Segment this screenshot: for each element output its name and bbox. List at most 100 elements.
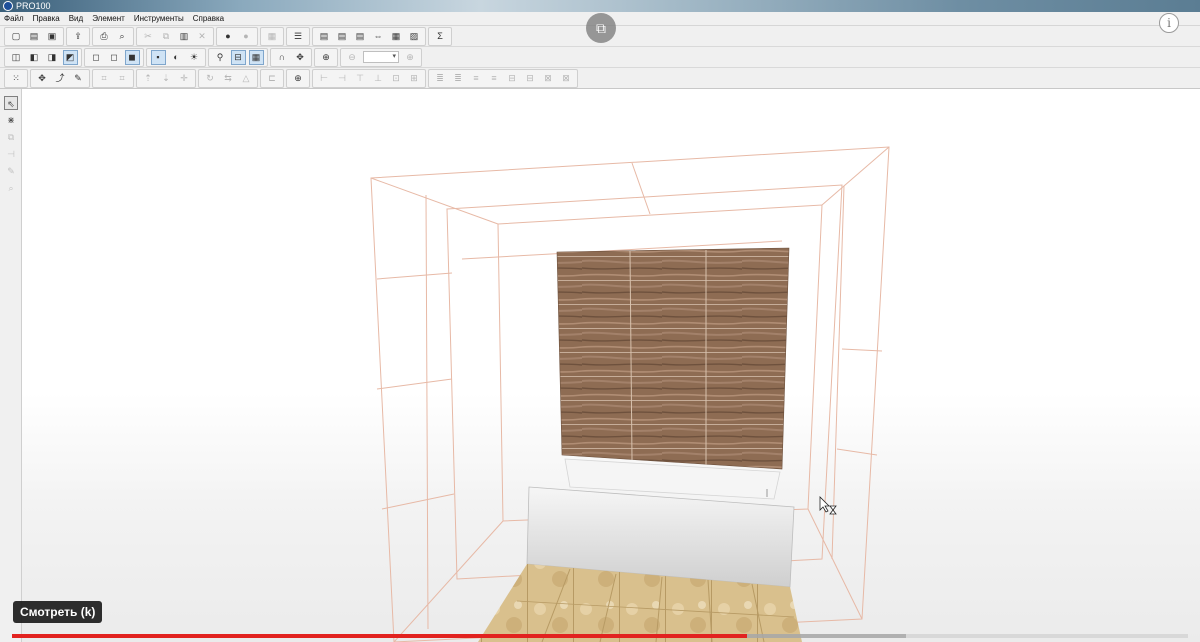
texture-icon[interactable]: ▪ <box>150 49 166 65</box>
cut-icon[interactable]: ✂ <box>141 29 156 44</box>
distribute-8-icon[interactable]: ⊠ <box>559 71 574 86</box>
align-hcenter-icon[interactable]: ⊣ <box>335 71 350 86</box>
align-frame-icon[interactable]: ⌗ <box>97 71 112 86</box>
toolbar-1-group-2: ⎙ ⌕ <box>92 26 134 46</box>
move-icon[interactable]: ✥ <box>35 71 50 86</box>
hidden-lines-icon[interactable]: ◻ <box>107 50 122 65</box>
mirror-icon[interactable]: △ <box>239 71 254 86</box>
distribute-2-icon[interactable]: ≣ <box>451 71 466 86</box>
3d-viewport[interactable] <box>22 89 1200 642</box>
watch-tooltip: Смотреть (k) <box>13 601 103 623</box>
wireframe-icon[interactable]: ◻ <box>89 50 104 65</box>
library-add-icon[interactable]: ▤ <box>335 29 350 44</box>
view-front-icon[interactable]: ◫ <box>9 50 24 65</box>
toolbar-1-group-3: ✂ ⧉ ▥ ✕ <box>136 26 214 46</box>
catalog-icon[interactable]: ▨ <box>407 29 422 44</box>
grid-snap-icon[interactable]: ⁙ <box>9 71 24 86</box>
new-icon[interactable]: ▢ <box>9 29 24 44</box>
view-3d-icon[interactable]: ◩ <box>62 49 78 65</box>
move-cross-icon[interactable]: ✛ <box>177 71 192 86</box>
menu-item-0[interactable]: Файл <box>4 12 24 26</box>
select-rotate-icon[interactable]: ⤴ <box>53 71 68 86</box>
menu-item-3[interactable]: Элемент <box>92 12 125 26</box>
toolbar-3-group-4: ↻ ⇆ △ <box>198 68 258 88</box>
toolbar-2-group-5: ⊕ <box>314 47 338 67</box>
zoom-field[interactable]: ▾ <box>363 51 399 63</box>
light-icon[interactable]: ☀ <box>187 50 202 65</box>
paste-icon[interactable]: ▥ <box>177 29 192 44</box>
print-icon[interactable]: ⎙ <box>97 29 112 44</box>
copy-icon[interactable]: ⧉ <box>159 29 174 44</box>
spray-tool-icon[interactable]: ⋇ <box>4 113 18 127</box>
wall-tile-panel <box>556 247 790 470</box>
pointer-tool-icon[interactable]: ⇖ <box>4 96 18 110</box>
toolbar-1-group-1: ⇪ <box>66 26 90 46</box>
align-left-icon[interactable]: ⊢ <box>317 71 332 86</box>
align-depth-icon[interactable]: ⊡ <box>389 71 404 86</box>
distribute-4-icon[interactable]: ≡ <box>487 71 502 86</box>
align-top-icon[interactable]: ⊤ <box>353 71 368 86</box>
video-progress-bar[interactable] <box>12 634 1188 638</box>
shaded-icon[interactable]: ◼ <box>124 49 140 65</box>
edit-tool-icon[interactable]: ✎ <box>4 164 18 178</box>
zoom-tool-icon[interactable]: ⌕ <box>4 181 18 195</box>
menu-item-2[interactable]: Вид <box>69 12 83 26</box>
report-icon[interactable]: ▦ <box>389 29 404 44</box>
align-grid-icon[interactable]: ⌗ <box>115 71 130 86</box>
view-top-icon[interactable]: ◨ <box>45 50 60 65</box>
toolbar-2-group-2: ▪ ◐ ☀ <box>146 47 206 67</box>
flip-icon[interactable]: ⇆ <box>221 71 236 86</box>
popout-button[interactable]: ⧉ <box>586 13 616 43</box>
copy-tool-icon[interactable]: ⧉ <box>4 130 18 144</box>
toolbar-3-group-2: ⌗ ⌗ <box>92 68 134 88</box>
align-bottom-icon[interactable]: ⊥ <box>371 71 386 86</box>
undo-icon[interactable]: ● <box>221 29 236 44</box>
open-icon[interactable]: ▤ <box>27 29 42 44</box>
edit-vertex-icon[interactable]: ✎ <box>71 71 86 86</box>
up-icon[interactable]: ⇡ <box>141 71 156 86</box>
window-title: PRO100 <box>16 1 51 11</box>
menu-item-5[interactable]: Справка <box>193 12 224 26</box>
toolbar-1-group-7: ▤ ▤ ▤ ⇔ ▦ ▨ <box>312 26 426 46</box>
zoom-out-icon[interactable]: ⊖ <box>345 50 360 65</box>
dimension-line-icon[interactable]: ⊟ <box>230 49 246 65</box>
group-icon[interactable]: ⊏ <box>265 71 280 86</box>
distribute-3-icon[interactable]: ≡ <box>469 71 484 86</box>
sum-icon[interactable]: Σ <box>433 29 448 44</box>
distribute-1-icon[interactable]: ≣ <box>433 71 448 86</box>
dimension-tool-icon[interactable]: ⊣ <box>4 147 18 161</box>
down-icon[interactable]: ⇣ <box>159 71 174 86</box>
title-bar: PRO100 <box>0 0 1200 12</box>
zoom-in-icon[interactable]: ⊕ <box>403 50 418 65</box>
redo-icon[interactable]: ● <box>239 29 254 44</box>
save-icon[interactable]: ▣ <box>45 29 60 44</box>
grid-icon[interactable]: ▦ <box>248 49 264 65</box>
dimensions-icon[interactable]: ⇔ <box>371 29 386 44</box>
snap-icon[interactable]: ✥ <box>293 50 308 65</box>
export-icon[interactable]: ⇪ <box>71 29 86 44</box>
rotate-icon[interactable]: ↻ <box>203 71 218 86</box>
align-front-icon[interactable]: ⊞ <box>407 71 422 86</box>
delete-icon[interactable]: ✕ <box>195 29 210 44</box>
toolbar-1-group-8: Σ <box>428 26 452 46</box>
toolbar-1-group-4: ● ● <box>216 26 258 46</box>
menu-item-1[interactable]: Правка <box>33 12 60 26</box>
library-edit-icon[interactable]: ▤ <box>353 29 368 44</box>
distribute-7-icon[interactable]: ⊠ <box>541 71 556 86</box>
distribute-6-icon[interactable]: ⊟ <box>523 71 538 86</box>
target-icon[interactable]: ⊕ <box>319 50 334 65</box>
pro100-logo-icon <box>3 1 13 11</box>
library-icon[interactable]: ▤ <box>317 29 332 44</box>
properties-icon[interactable]: ▦ <box>265 29 280 44</box>
distribute-5-icon[interactable]: ⊟ <box>505 71 520 86</box>
info-button[interactable]: i <box>1159 13 1179 33</box>
shadow-icon[interactable]: ◐ <box>169 50 184 65</box>
menu-item-4[interactable]: Инструменты <box>134 12 184 26</box>
print-preview-icon[interactable]: ⌕ <box>115 29 130 44</box>
view-side-icon[interactable]: ◧ <box>27 50 42 65</box>
center-icon[interactable]: ⊕ <box>291 71 306 86</box>
element-list-icon[interactable]: ☰ <box>291 29 306 44</box>
magnet-icon[interactable]: ∩ <box>275 50 290 65</box>
measure-icon[interactable]: ⚲ <box>213 50 228 65</box>
toolbar-1-group-0: ▢ ▤ ▣ <box>4 26 64 46</box>
